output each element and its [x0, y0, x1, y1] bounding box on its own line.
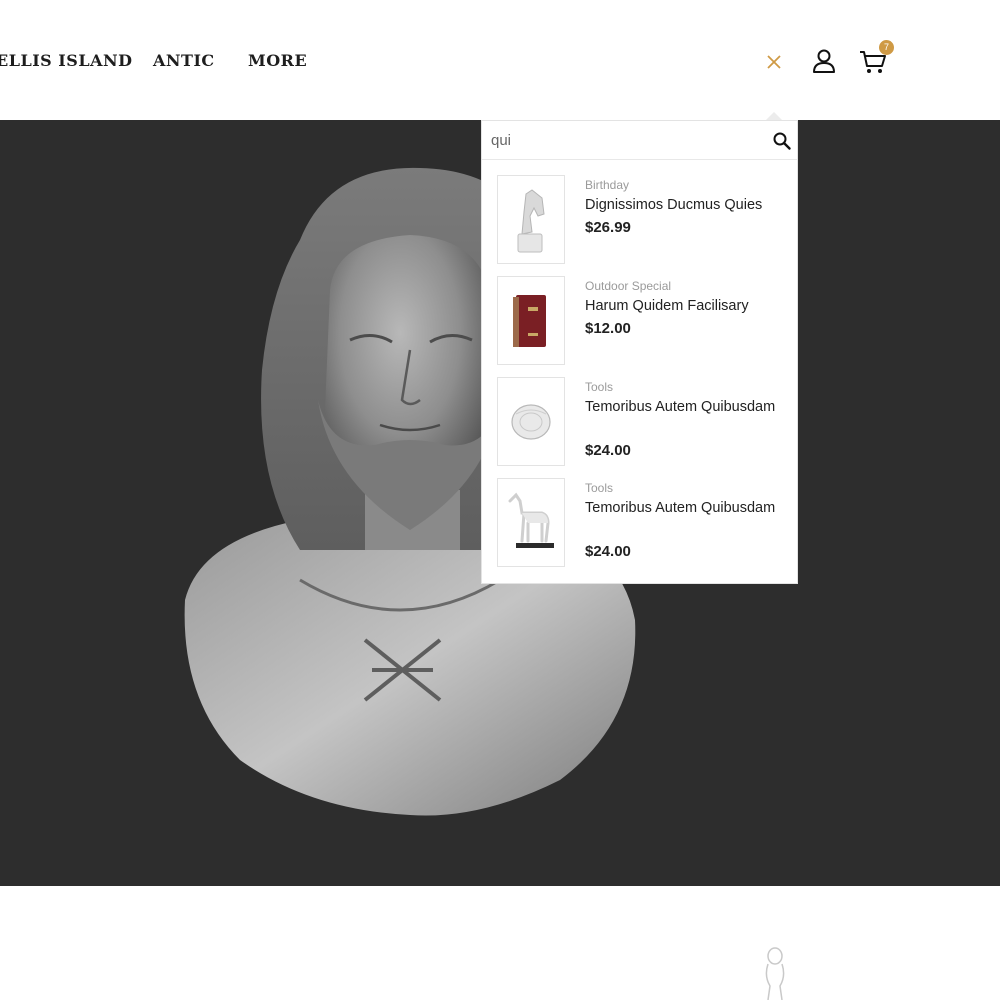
silver-ornament-image: [511, 404, 551, 440]
user-icon[interactable]: [811, 48, 837, 74]
search-result-item[interactable]: Birthday Dignissimos Ducmus Quies $26.99: [497, 175, 787, 267]
close-icon[interactable]: [764, 52, 784, 72]
cart-count-badge: 7: [879, 40, 894, 55]
result-price: $24.00: [585, 543, 631, 560]
result-title[interactable]: Temoribus Autem Quibusdam: [585, 397, 785, 418]
result-title[interactable]: Harum Quidem Facilisary: [585, 296, 785, 317]
result-category: Birthday: [585, 178, 630, 192]
product-thumbnail[interactable]: [497, 377, 565, 466]
result-price: $24.00: [585, 442, 631, 459]
search-result-item[interactable]: Outdoor Special Harum Quidem Facilisary …: [497, 276, 787, 368]
nav-item-ellis-island[interactable]: ELLIS ISLAND: [0, 51, 133, 70]
product-thumbnail[interactable]: [497, 276, 565, 365]
statue-thumbnail-image: [765, 947, 785, 1000]
product-thumbnail[interactable]: [497, 175, 565, 264]
search-result-item[interactable]: Tools Temoribus Autem Quibusdam $24.00: [497, 377, 787, 469]
result-category: Tools: [585, 380, 614, 394]
result-price: $12.00: [585, 320, 631, 337]
nav-item-antic[interactable]: ANTIC: [153, 51, 215, 70]
result-category: Outdoor Special: [585, 279, 672, 293]
search-box: [482, 121, 797, 160]
product-thumbnail[interactable]: [497, 478, 565, 567]
search-dropdown-caret: [766, 112, 782, 120]
search-input[interactable]: [491, 129, 761, 151]
horse-statue-image: [508, 492, 554, 548]
lower-section: [0, 886, 1000, 1000]
search-result-item[interactable]: Tools Temoribus Autem Quibusdam $24.00: [497, 478, 787, 570]
site-header: ELLIS ISLAND ANTIC MORE 7: [0, 0, 1000, 120]
search-icon[interactable]: [772, 131, 792, 151]
red-book-image: [513, 295, 546, 347]
search-dropdown: Birthday Dignissimos Ducmus Quies $26.99…: [481, 120, 798, 584]
result-category: Tools: [585, 481, 614, 495]
result-title[interactable]: Temoribus Autem Quibusdam: [585, 498, 785, 519]
nav-item-more[interactable]: MORE: [248, 51, 307, 70]
result-price: $26.99: [585, 219, 631, 236]
horse-head-bust-image: [517, 189, 545, 253]
result-title[interactable]: Dignissimos Ducmus Quies: [585, 195, 785, 216]
